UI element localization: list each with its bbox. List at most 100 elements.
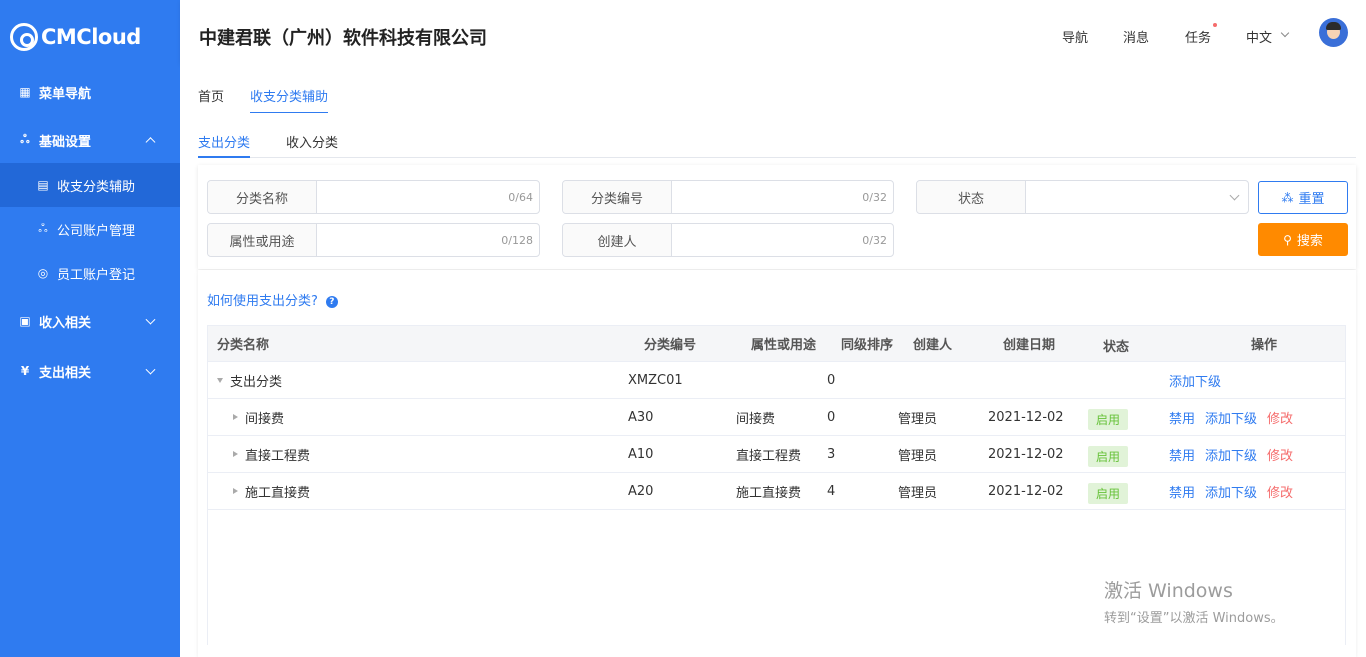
add-child-link[interactable]: 添加下级 <box>1205 408 1257 427</box>
sidebar-item-label: 公司账户管理 <box>57 223 136 239</box>
notification-dot <box>1213 23 1217 27</box>
status-field: 状态 <box>916 180 1249 214</box>
column-header: 操作 <box>1251 338 1278 353</box>
sidebar-item-company-accounts[interactable]: ஃ 公司账户管理 <box>0 207 180 251</box>
expand-toggle-icon[interactable] <box>233 488 238 494</box>
table-header: 分类名称 分类编号 属性或用途 同级排序 创建人 创建日期 状态 操作 <box>208 326 1345 362</box>
sort-cell: 4 <box>827 483 836 499</box>
status-badge: 启用 <box>1088 408 1129 430</box>
tasks-link[interactable]: 任务 <box>1185 27 1211 46</box>
edit-link[interactable]: 修改 <box>1267 408 1293 427</box>
category-name: 间接费 <box>245 411 285 427</box>
tab-income-category[interactable]: 收入分类 <box>286 132 338 158</box>
watermark-title: 激活 Windows <box>1104 580 1233 602</box>
search-label: 搜索 <box>1296 234 1323 249</box>
table-row: 直接工程费 A10 直接工程费 3 管理员 2021-12-02 启用 禁用 添… <box>208 436 1345 473</box>
breadcrumb: 首页 收支分类辅助 <box>198 86 354 113</box>
purpose-cell: 直接工程费 <box>736 448 802 464</box>
code-cell: A20 <box>628 483 654 499</box>
table-row: 间接费 A30 间接费 0 管理员 2021-12-02 启用 禁用 添加下级 … <box>208 399 1345 436</box>
name-cell: 支出分类 <box>217 362 282 398</box>
sort-cell: 0 <box>827 372 836 388</box>
help-link-label: 如何使用支出分类? <box>207 294 318 309</box>
sidebar-item-income[interactable]: ▣ 收入相关 <box>0 298 180 344</box>
tab-expense-category[interactable]: 支出分类 <box>198 132 251 158</box>
tab-income-expense-category[interactable]: 收支分类辅助 <box>250 86 329 113</box>
purpose-cell: 间接费 <box>736 411 776 427</box>
creator-cell: 管理员 <box>898 448 938 464</box>
code-cell: A10 <box>628 446 654 462</box>
status-cell: 启用 <box>1088 401 1129 437</box>
search-icon: ⚲ <box>1283 232 1292 247</box>
column-header: 分类编号 <box>644 338 697 353</box>
table-row: 支出分类 XMZC01 0 添加下级 <box>208 362 1345 399</box>
column-header: 创建日期 <box>1003 338 1056 353</box>
search-button[interactable]: ⚲ 搜索 <box>1258 223 1348 256</box>
edit-link[interactable]: 修改 <box>1267 445 1293 464</box>
sidebar: CMCloud ▦ 菜单导航 ஃ 基础设置 ▤ 收支分类辅助 ஃ 公司账户管理 … <box>0 0 180 657</box>
name-cell: 直接工程费 <box>233 436 310 472</box>
field-label: 属性或用途 <box>208 224 317 256</box>
logo-text: CMCloud <box>41 25 141 49</box>
expand-toggle-icon[interactable] <box>233 414 238 420</box>
reset-icon: ⁂ <box>1281 190 1294 205</box>
category-name-field: 分类名称 0/64 <box>207 180 540 214</box>
user-circle-icon: ◎ <box>37 266 49 280</box>
column-header: 状态 <box>1103 340 1130 355</box>
filter-panel: 分类名称 0/64 分类编号 0/32 状态 ⁂ 重置 属性或用途 0/128 <box>198 165 1356 269</box>
nav-link[interactable]: 导航 <box>1062 27 1088 46</box>
row-actions: 禁用 添加下级 修改 <box>1169 399 1303 435</box>
disable-link[interactable]: 禁用 <box>1169 482 1195 501</box>
creator-cell: 管理员 <box>898 485 938 501</box>
disable-link[interactable]: 禁用 <box>1169 408 1195 427</box>
language-select[interactable]: 中文 <box>1246 27 1272 46</box>
sidebar-item-income-expense-category[interactable]: ▤ 收支分类辅助 <box>0 163 180 207</box>
status-cell: 启用 <box>1088 475 1129 511</box>
category-tabs: 支出分类 收入分类 <box>198 132 1356 158</box>
sidebar-item-basic-settings[interactable]: ஃ 基础设置 <box>0 117 180 163</box>
logo-icon <box>10 23 38 51</box>
category-code-field: 分类编号 0/32 <box>562 180 894 214</box>
purpose-cell: 施工直接费 <box>736 485 802 501</box>
purpose-input[interactable]: 0/128 <box>317 224 539 256</box>
category-name: 直接工程费 <box>245 448 311 464</box>
add-child-link[interactable]: 添加下级 <box>1205 482 1257 501</box>
disable-link[interactable]: 禁用 <box>1169 445 1195 464</box>
category-name-input[interactable]: 0/64 <box>317 181 539 213</box>
date-cell: 2021-12-02 <box>988 446 1064 462</box>
expand-toggle-icon[interactable] <box>233 451 238 457</box>
sidebar-item-menu-nav[interactable]: ▦ 菜单导航 <box>0 69 180 115</box>
row-actions: 禁用 添加下级 修改 <box>1169 436 1303 472</box>
char-count: 0/32 <box>862 191 887 204</box>
reset-button[interactable]: ⁂ 重置 <box>1258 181 1348 214</box>
category-code-input[interactable]: 0/32 <box>672 181 893 213</box>
help-link[interactable]: 如何使用支出分类?? <box>207 290 338 309</box>
purpose-field: 属性或用途 0/128 <box>207 223 540 257</box>
add-child-link[interactable]: 添加下级 <box>1169 371 1221 390</box>
char-count: 0/128 <box>501 234 533 247</box>
creator-input[interactable]: 0/32 <box>672 224 893 256</box>
row-actions: 添加下级 <box>1169 362 1231 398</box>
status-badge: 启用 <box>1088 445 1129 467</box>
sidebar-item-employee-accounts[interactable]: ◎ 员工账户登记 <box>0 251 180 295</box>
database-icon: ▤ <box>37 178 49 192</box>
expand-toggle-icon[interactable] <box>217 377 223 383</box>
header: 中建君联（广州）软件科技有限公司 导航 消息 任务 中文 <box>180 0 1366 64</box>
creator-field: 创建人 0/32 <box>562 223 894 257</box>
edit-link[interactable]: 修改 <box>1267 482 1293 501</box>
add-child-link[interactable]: 添加下级 <box>1205 445 1257 464</box>
column-header: 属性或用途 <box>751 338 817 353</box>
windows-activation-watermark: 激活 Windows 转到“设置”以激活 Windows。 <box>1104 576 1284 626</box>
tab-home[interactable]: 首页 <box>198 86 224 113</box>
status-select[interactable] <box>1026 181 1248 213</box>
avatar-hair <box>1326 22 1341 30</box>
field-label: 创建人 <box>563 224 672 256</box>
char-count: 0/32 <box>862 234 887 247</box>
messages-link[interactable]: 消息 <box>1123 27 1149 46</box>
sort-cell: 0 <box>827 409 836 425</box>
table-row: 施工直接费 A20 施工直接费 4 管理员 2021-12-02 启用 禁用 添… <box>208 473 1345 510</box>
avatar[interactable] <box>1319 18 1348 47</box>
company-name: 中建君联（广州）软件科技有限公司 <box>199 28 487 49</box>
sidebar-item-expense[interactable]: ¥ 支出相关 <box>0 348 180 394</box>
status-cell: 启用 <box>1088 438 1129 474</box>
